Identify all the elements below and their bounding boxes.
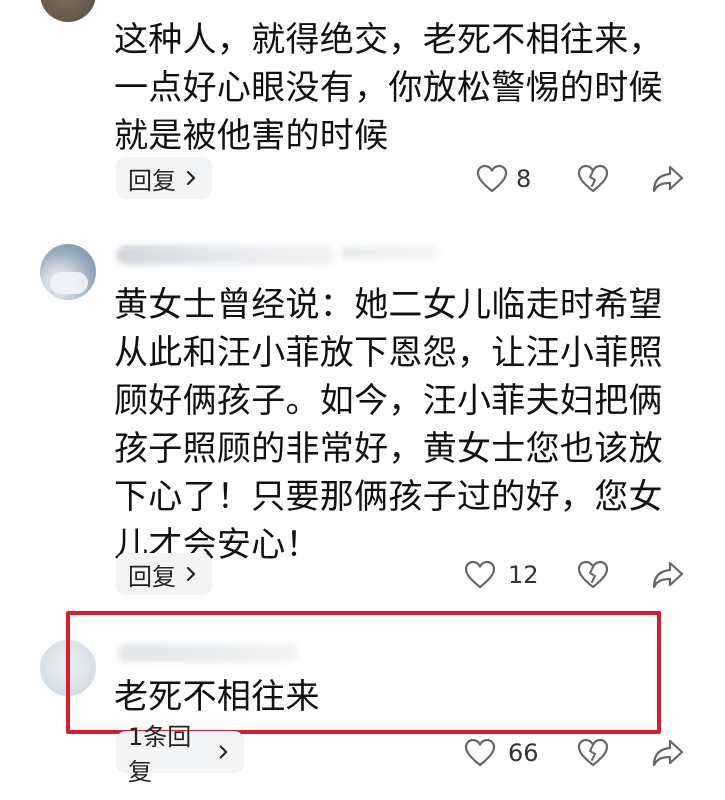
heart-outline-icon [464,560,496,589]
like-count: 66 [508,739,539,767]
reply-button-label: 回复 [128,562,176,591]
chevron-right-icon [186,170,196,186]
like-count: 8 [516,165,532,193]
reply-button-label: 1条回复 [128,723,192,786]
chevron-right-icon [219,745,228,759]
share-arrow-icon[interactable] [651,738,685,768]
heart-outline-icon [464,738,496,767]
view-replies-button[interactable]: 1条回复 [116,723,244,786]
like-button[interactable]: 12 [464,560,539,590]
like-button[interactable]: 66 [464,738,539,768]
broken-heart-icon[interactable] [577,738,609,768]
reply-button[interactable]: 回复 [116,553,212,595]
heart-outline-icon [476,164,508,193]
like-count: 12 [508,561,539,589]
commenter-avatar[interactable] [40,244,96,300]
reply-button-label: 回复 [128,166,176,195]
commenter-avatar[interactable] [40,0,96,22]
broken-heart-icon[interactable] [577,164,609,194]
comment-text: 黄女士曾经说：她二女儿临走时希望从此和汪小菲放下恩怨，让汪小菲照顾好俩孩子。如今… [114,285,663,565]
comment-text: 这种人，就得绝交，老死不相往来，一点好心眼没有，你放松警惕的时候就是被他害的时候 [114,20,663,156]
red-highlight-box [66,611,661,734]
chevron-right-icon [186,566,196,582]
share-arrow-icon[interactable] [651,560,685,590]
commenter-name-blurred [116,245,336,265]
broken-heart-icon[interactable] [577,560,609,590]
comment-meta-blurred [340,246,440,260]
reply-button[interactable]: 回复 [116,157,212,199]
like-button[interactable]: 8 [476,164,531,194]
share-arrow-icon[interactable] [651,164,685,194]
